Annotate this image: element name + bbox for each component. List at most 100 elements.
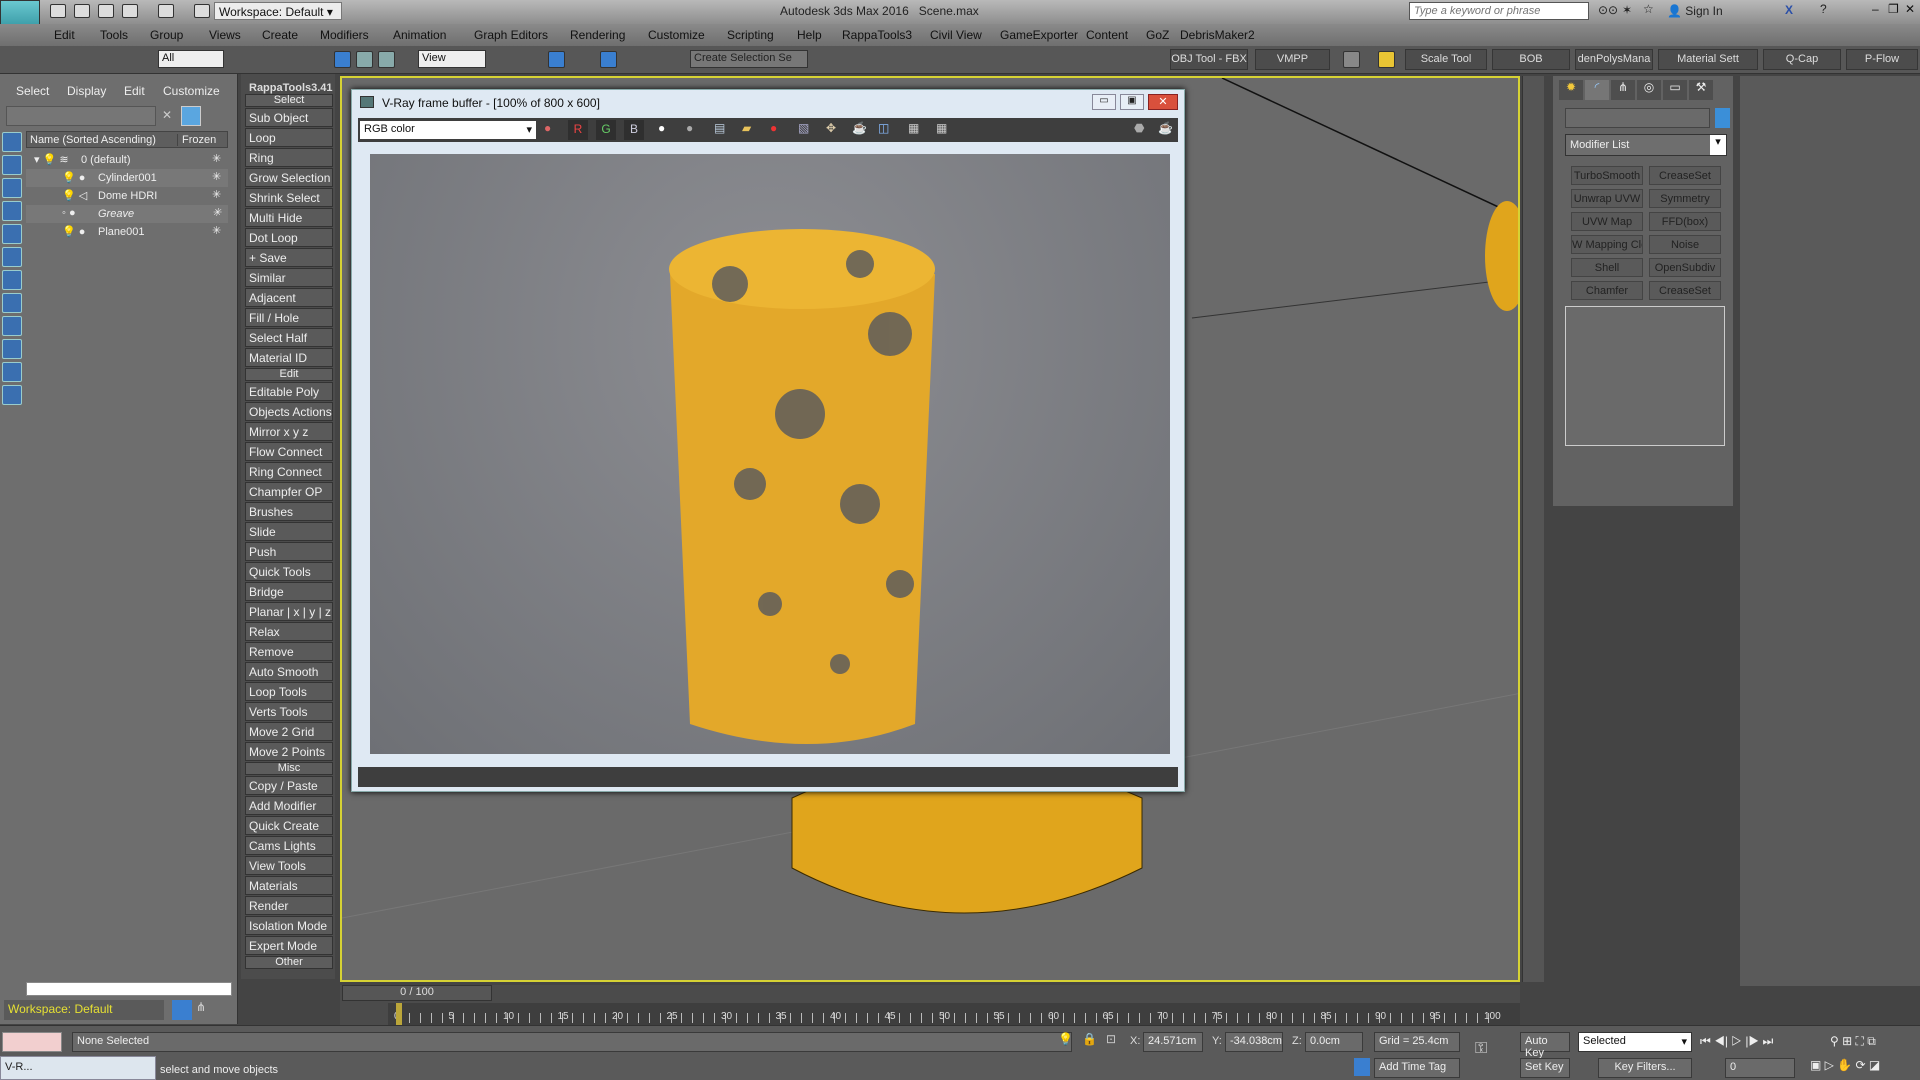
menu-rendering[interactable]: Rendering [570, 28, 625, 42]
viewport-nav-controls-2[interactable]: ▣ ▷ ✋ ⟳ ◪ [1810, 1058, 1880, 1072]
tree-row-object[interactable]: ◦ ● Greave ✳ [26, 205, 228, 223]
duplicate-to-max-icon[interactable]: ▧ [798, 121, 809, 135]
explorer-tab-edit[interactable]: Edit [124, 84, 145, 98]
group-filter-icon[interactable] [2, 270, 22, 290]
modifier-set-button[interactable]: UVW Map [1571, 212, 1643, 231]
workspace-selector[interactable]: Workspace: Default [4, 1000, 164, 1020]
playback-controls[interactable]: ⏮ ◀| ▷ |▶ ⏭ [1700, 1034, 1773, 1049]
sign-in-button[interactable]: 👤 Sign In [1667, 4, 1723, 18]
time-cursor[interactable] [396, 1003, 402, 1025]
vmpp-button[interactable]: VMPP [1255, 49, 1330, 70]
lock-selection-icon[interactable]: 🔒 [1082, 1032, 1097, 1046]
named-selection-dropdown[interactable]: Create Selection Se [690, 50, 808, 68]
modifier-set-button[interactable]: FFD(box) [1649, 212, 1721, 231]
stop-render-icon[interactable]: ⬣ [1134, 121, 1144, 135]
auto-key-button[interactable]: Auto Key [1520, 1032, 1570, 1059]
rappa-button[interactable]: Relax [245, 622, 333, 641]
menu-customize[interactable]: Customize [648, 28, 705, 42]
menu-graph-editors[interactable]: Graph Editors [474, 28, 548, 42]
render-icon[interactable]: ☕ [1158, 121, 1173, 135]
menu-gameexporter[interactable]: GameExporter [1000, 28, 1078, 42]
toolbar-icon-a[interactable] [1343, 51, 1360, 68]
explorer-tab-customize[interactable]: Customize [163, 84, 220, 98]
rappa-button[interactable]: Auto Smooth [245, 662, 333, 681]
rappa-button[interactable]: Objects Actions [245, 402, 333, 421]
rappa-button[interactable]: Flow Connect [245, 442, 333, 461]
rappa-button[interactable]: Mirror x y z [245, 422, 333, 441]
create-tab-icon[interactable]: ✹ [1559, 80, 1583, 100]
rappa-button[interactable]: Material ID [245, 348, 333, 367]
object-name-field[interactable] [1565, 108, 1710, 128]
explorer-tab-display[interactable]: Display [67, 84, 106, 98]
scale-tool-button[interactable]: Scale Tool [1405, 49, 1487, 70]
container-filter-icon[interactable] [2, 362, 22, 382]
rappa-button[interactable]: Add Modifier [245, 796, 333, 815]
isolate-icon[interactable]: 💡 [1058, 1032, 1073, 1046]
rappa-section-edit[interactable]: Edit [245, 368, 333, 381]
rappa-button[interactable]: Sub Object [245, 108, 333, 127]
selection-filter-dropdown[interactable]: All [158, 50, 224, 68]
rappa-button[interactable]: Slide [245, 522, 333, 541]
time-tag-icon[interactable] [1354, 1058, 1370, 1076]
menu-help[interactable]: Help [797, 28, 822, 42]
geometry-filter-icon[interactable] [2, 132, 22, 152]
rappa-button[interactable]: Editable Poly [245, 382, 333, 401]
modifier-set-button[interactable]: CreaseSet [1649, 166, 1721, 185]
rappa-button[interactable]: Ring [245, 148, 333, 167]
modifier-set-button[interactable]: Symmetry [1649, 189, 1721, 208]
binoculars-icon[interactable]: ⊙⊙ [1598, 3, 1618, 17]
blue-channel-toggle[interactable]: B [624, 120, 644, 140]
rappa-button[interactable]: Shrink Select [245, 188, 333, 207]
clear-image-icon[interactable]: ● [770, 121, 777, 135]
menu-create[interactable]: Create [262, 28, 298, 42]
modifier-set-button[interactable]: W Mapping Cle [1571, 235, 1643, 254]
y-coord-field[interactable]: -34.038cm [1225, 1032, 1283, 1052]
menu-tools[interactable]: Tools [100, 28, 128, 42]
menu-views[interactable]: Views [209, 28, 241, 42]
explorer-tab-select[interactable]: Select [16, 84, 49, 98]
current-frame-field[interactable]: 0 [1725, 1058, 1795, 1078]
open-file-icon[interactable] [74, 4, 90, 18]
satellite-icon[interactable]: ✶ [1622, 3, 1632, 17]
undo-icon[interactable] [122, 4, 138, 18]
rotate-icon[interactable] [356, 51, 373, 68]
modifier-stack[interactable] [1565, 306, 1725, 446]
object-color-swatch[interactable] [1715, 108, 1730, 128]
q-cap-button[interactable]: Q-Cap [1763, 49, 1841, 70]
mono-icon[interactable]: ● [686, 121, 693, 135]
rappa-button[interactable]: Dot Loop [245, 228, 333, 247]
workspace-dropdown[interactable]: Workspace: Default ▾ [214, 2, 342, 20]
modifier-set-button[interactable]: Unwrap UVW [1571, 189, 1643, 208]
rappa-button[interactable]: Copy / Paste [245, 776, 333, 795]
rappa-button[interactable]: Materials [245, 876, 333, 895]
rappa-section-select[interactable]: Select [245, 94, 333, 107]
add-time-tag-button[interactable]: Add Time Tag [1374, 1058, 1460, 1078]
clear-search-icon[interactable]: ✕ [162, 108, 172, 122]
rappa-button[interactable]: Loop Tools [245, 682, 333, 701]
modifier-set-button[interactable]: CreaseSet [1649, 281, 1721, 300]
z-coord-field[interactable]: 0.0cm [1305, 1032, 1363, 1052]
vray-frame-buffer-window[interactable]: V-Ray frame buffer - [100% of 800 x 600]… [351, 89, 1185, 792]
menu-scripting[interactable]: Scripting [727, 28, 774, 42]
rappa-button[interactable]: + Save [245, 248, 333, 267]
reference-coord-dropdown[interactable]: View [418, 50, 486, 68]
ab-compare-a-icon[interactable]: ▦ [908, 121, 919, 135]
modifier-set-button[interactable]: Noise [1649, 235, 1721, 254]
absolute-mode-icon[interactable]: ⊡ [1106, 1032, 1116, 1046]
hidden-polys-button[interactable]: denPolysMana [1575, 49, 1653, 70]
rappa-button[interactable]: Loop [245, 128, 333, 147]
p-flow-button[interactable]: P-Flow [1846, 49, 1918, 70]
viewport-nav-controls[interactable]: ⚲ ⊞ ⛶ ⧉ [1830, 1034, 1876, 1049]
track-bar[interactable]: 0510152025303540455055606570758085909510… [388, 1003, 1520, 1025]
render-teapot-icon[interactable]: ☕ [852, 121, 867, 135]
rappa-button[interactable]: Multi Hide [245, 208, 333, 227]
toolbar-icon-b[interactable] [1378, 51, 1395, 68]
new-file-icon[interactable] [50, 4, 66, 18]
modifier-list-dropdown[interactable]: Modifier List ▾ [1565, 134, 1727, 156]
white-alpha-icon[interactable]: ● [658, 121, 665, 135]
menu-edit[interactable]: Edit [54, 28, 75, 42]
hierarchy-icon[interactable]: ⋔ [196, 1000, 206, 1014]
rappa-button[interactable]: Brushes [245, 502, 333, 521]
bob-button[interactable]: BOB [1492, 49, 1570, 70]
menu-debrismaker2[interactable]: DebrisMaker2 [1180, 28, 1255, 42]
